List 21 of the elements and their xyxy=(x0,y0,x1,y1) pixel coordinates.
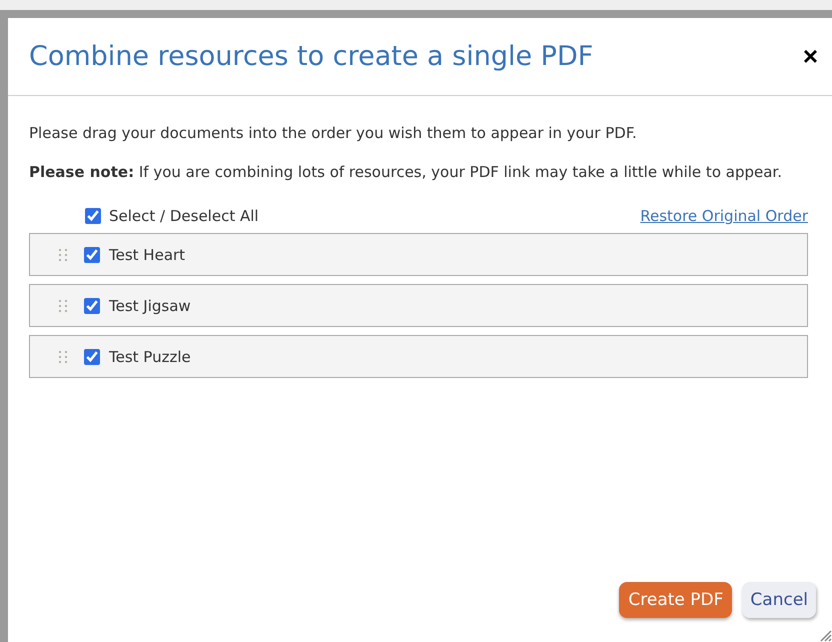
drag-handle-icon[interactable] xyxy=(58,298,68,312)
restore-order-link[interactable]: Restore Original Order xyxy=(640,207,808,225)
document-name: Test Puzzle xyxy=(109,348,191,366)
document-checkbox[interactable] xyxy=(84,348,100,364)
document-checkbox[interactable] xyxy=(84,298,100,314)
document-row[interactable]: Test Puzzle xyxy=(29,335,808,378)
drag-handle-icon[interactable] xyxy=(58,248,68,262)
select-all-checkbox[interactable] xyxy=(85,208,101,224)
document-name: Test Jigsaw xyxy=(109,296,191,314)
document-checkbox[interactable] xyxy=(84,246,100,262)
document-row[interactable]: Test Jigsaw xyxy=(29,284,808,327)
document-row[interactable]: Test Heart xyxy=(29,233,808,276)
note-text: Please note: If you are combining lots of resources, your PDF link may take a little while to appear. xyxy=(29,162,783,183)
dialog-title: Combine resources to create a single PDF xyxy=(29,41,594,72)
resize-grip-icon[interactable] xyxy=(818,628,832,642)
close-button[interactable]: × xyxy=(798,41,822,72)
document-name: Test Heart xyxy=(109,246,186,264)
cancel-button[interactable]: Cancel xyxy=(742,582,816,618)
drag-handle-icon[interactable] xyxy=(58,350,68,364)
select-all-label: Select / Deselect All xyxy=(109,207,259,225)
instructions-text: Please drag your documents into the order you wish them to appear in your PDF. xyxy=(29,124,638,142)
